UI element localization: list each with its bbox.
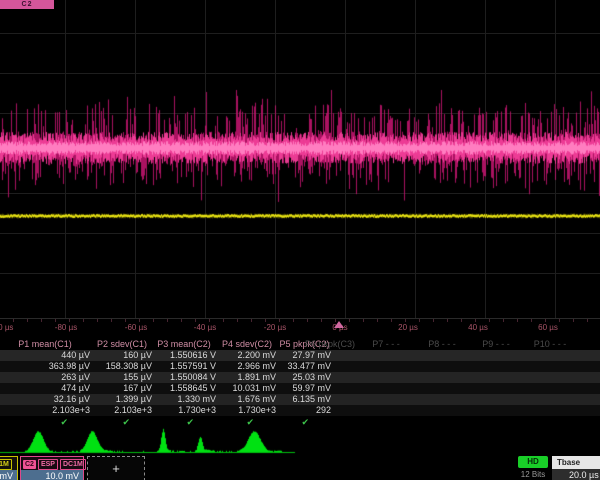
- measurement-value: 27.97 mV: [278, 350, 331, 361]
- timebase-value: 20.0 µs: [552, 469, 600, 480]
- measurement-column-p3: P3 mean(C2) 1.550616 V 1.557591 V 1.5500…: [152, 338, 216, 428]
- measurement-sdev: 32.16 µV: [0, 394, 90, 405]
- coupling-badge: DC1M: [60, 459, 86, 470]
- measurement-min: 155 µV: [92, 372, 152, 383]
- bottom-bar: C1 DC1M 10.0 mV C2 ESP DC1M 10.0 mV + HD…: [0, 455, 600, 480]
- measurement-column-p2: P2 sdev(C1) 160 µV 158.308 µV 155 µV 167…: [92, 338, 152, 428]
- measurement-max: 59.97 mV: [278, 383, 331, 394]
- measurement-num: 1.730e+3: [218, 405, 276, 416]
- time-axis-label: -80 µs: [44, 323, 88, 332]
- measurement-value: 440 µV: [0, 350, 90, 361]
- measurement-value: 2.200 mV: [218, 350, 276, 361]
- measurement-sdev: 6.135 mV: [278, 394, 331, 405]
- waveform-canvas: [0, 0, 600, 318]
- measurement-header[interactable]: P3 mean(C2): [152, 338, 216, 350]
- hd-mode-indicator[interactable]: HD 12 Bits: [515, 456, 551, 480]
- trigger-position-icon[interactable]: [334, 321, 344, 328]
- measurement-header-unused[interactable]: P10 - - -: [524, 338, 576, 350]
- measurement-mean: 363.98 µV: [0, 361, 90, 372]
- timebase-descriptor[interactable]: Tbase 20.0 µs: [552, 456, 600, 480]
- measurement-max: 167 µV: [92, 383, 152, 394]
- channel-c2-descriptor[interactable]: C2 ESP DC1M 10.0 mV: [20, 456, 84, 480]
- measurement-mean: 33.477 mV: [278, 361, 331, 372]
- measurement-mean: 158.308 µV: [92, 361, 152, 372]
- oscilloscope-screen: C2 -100 µs -80 µs -60 µs -40 µs -20 µs 0…: [0, 0, 600, 480]
- measurement-sdev: 1.399 µV: [92, 394, 152, 405]
- channel-c1-scale: 10.0 mV: [0, 470, 17, 480]
- measurement-header-unused[interactable]: P8 - - -: [418, 338, 466, 350]
- esp-badge: ESP: [38, 459, 58, 470]
- measurement-min: 263 µV: [0, 372, 90, 383]
- measurement-mean: 1.557591 V: [152, 361, 216, 372]
- time-axis-label: -100 µs: [0, 323, 22, 332]
- measurement-column-p1: P1 mean(C1) 440 µV 363.98 µV 263 µV 474 …: [0, 338, 90, 428]
- time-axis-label: -20 µs: [253, 323, 297, 332]
- channel-c2-badge: C2: [23, 460, 36, 469]
- time-axis-label: -60 µs: [114, 323, 158, 332]
- add-trace-button[interactable]: +: [87, 456, 145, 480]
- measurement-num: 1.730e+3: [152, 405, 216, 416]
- coupling-badge: DC1M: [0, 459, 12, 470]
- hd-badge: HD: [518, 456, 548, 468]
- channel-c2-scale: 10.0 mV: [21, 470, 83, 480]
- channel-c1-descriptor[interactable]: C1 DC1M 10.0 mV: [0, 456, 18, 480]
- histicon-canvas: [0, 427, 600, 455]
- measurement-header[interactable]: P4 sdev(C2): [218, 338, 276, 350]
- measurement-table: P1 mean(C1) 440 µV 363.98 µV 263 µV 474 …: [0, 338, 600, 428]
- measurement-header-unused[interactable]: P9 - - -: [472, 338, 520, 350]
- measurement-value: 1.550616 V: [152, 350, 216, 361]
- measurement-min: 25.03 mV: [278, 372, 331, 383]
- hd-bits-label: 12 Bits: [515, 470, 551, 480]
- measurement-column-p4: P4 sdev(C2) 2.200 mV 2.966 mV 1.891 mV 1…: [218, 338, 276, 428]
- time-axis-label: 60 µs: [526, 323, 570, 332]
- time-axis-label: -40 µs: [183, 323, 227, 332]
- timebase-label: Tbase: [552, 456, 600, 469]
- measurement-num: 292: [278, 405, 331, 416]
- measurement-min: 1.550084 V: [152, 372, 216, 383]
- trace-label-badge: C2: [0, 0, 54, 9]
- time-axis: -100 µs -80 µs -60 µs -40 µs -20 µs 0 µs…: [0, 318, 600, 336]
- measurement-num: 2.103e+3: [92, 405, 152, 416]
- measurement-mean: 2.966 mV: [218, 361, 276, 372]
- time-axis-ticks: [0, 319, 600, 322]
- time-axis-label: 40 µs: [456, 323, 500, 332]
- measurement-max: 1.558645 V: [152, 383, 216, 394]
- measurement-max: 474 µV: [0, 383, 90, 394]
- measurement-header-unused[interactable]: P7 - - -: [362, 338, 410, 350]
- measurement-min: 1.891 mV: [218, 372, 276, 383]
- measurement-value: 160 µV: [92, 350, 152, 361]
- measurement-max: 10.031 mV: [218, 383, 276, 394]
- measurement-header[interactable]: P1 mean(C1): [0, 338, 90, 350]
- measurement-num: 2.103e+3: [0, 405, 90, 416]
- time-axis-label: 20 µs: [386, 323, 430, 332]
- measurement-header-unused[interactable]: P6 pkpk(C3): [300, 338, 360, 350]
- measurement-sdev: 1.676 mV: [218, 394, 276, 405]
- measurement-sdev: 1.330 mV: [152, 394, 216, 405]
- measurement-header[interactable]: P2 sdev(C1): [92, 338, 152, 350]
- measurement-column-p5: P5 pkpk(C2) 27.97 mV 33.477 mV 25.03 mV …: [278, 338, 331, 428]
